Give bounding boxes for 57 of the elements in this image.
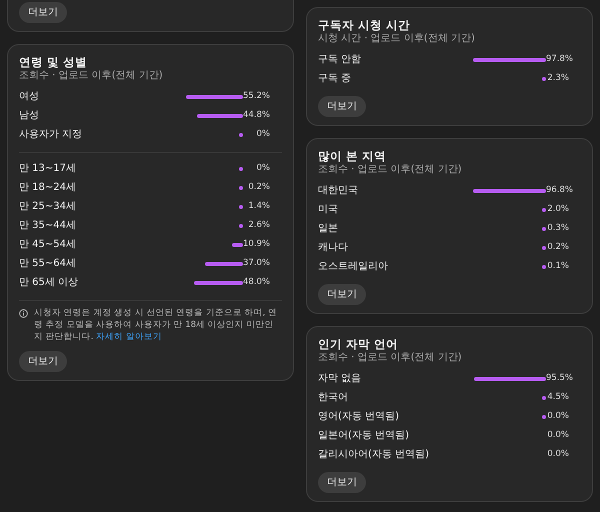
percentage-value: 48.0% — [243, 276, 270, 289]
card-subtitle: 시청 시간 · 업로드 이후(전체 기간) — [318, 32, 476, 45]
row-label: 오스트레일리아 — [318, 260, 389, 274]
percentage-value: 37.0% — [243, 257, 270, 270]
percentage-value: 0.3% — [546, 222, 569, 235]
row-label: 만 65세 이상 — [19, 276, 80, 290]
card-subtitle: 조회수 · 업로드 이후(전체 기간) — [19, 69, 164, 82]
info-icon — [19, 309, 28, 318]
card-title: 많이 본 지역 — [318, 149, 388, 163]
percentage-value: 0% — [256, 128, 270, 141]
percentage-value: 4.5% — [546, 391, 569, 404]
row-label: 만 45~54세 — [19, 238, 78, 252]
card-title: 연령 및 성별 — [19, 55, 88, 69]
percentage-value: 44.8% — [243, 109, 270, 122]
more-button[interactable]: 더보기 — [318, 472, 366, 493]
row-label: 만 35~44세 — [19, 219, 78, 233]
more-button[interactable]: 더보기 — [318, 284, 366, 305]
row-label: 자막 없음 — [318, 372, 362, 386]
card-title: 구독자 시청 시간 — [318, 18, 412, 32]
card-subtitle: 조회수 · 업로드 이후(전체 기간) — [318, 163, 463, 176]
row-label: 구독 중 — [318, 72, 352, 86]
percentage-value: 0.2% — [247, 181, 270, 194]
percentage-value: 10.9% — [243, 238, 270, 251]
row-label: 영어(자동 번역됨) — [318, 410, 400, 424]
percentage-value: 2.0% — [546, 203, 569, 216]
row-label: 일본어(자동 번역됨) — [318, 429, 410, 443]
percentage-value: 0.2% — [546, 241, 569, 254]
card-subtitle: 조회수 · 업로드 이후(전체 기간) — [318, 351, 463, 364]
percentage-value: 0.0% — [546, 429, 569, 442]
percentage-value: 0% — [256, 162, 270, 175]
row-label: 여성 — [19, 90, 40, 104]
row-label: 만 18~24세 — [19, 181, 78, 195]
row-label: 미국 — [318, 203, 339, 217]
row-label: 구독 안함 — [318, 53, 362, 67]
row-label: 일본 — [318, 222, 339, 236]
more-button[interactable]: 더보기 — [318, 96, 366, 117]
note-text: 시청자 연령은 계정 생성 시 선언된 연령을 기준으로 하며, 연령 추정 모델을 사용하여 사용자가 만 18세 이상인지 미만인지 판단합니다. 자세히 알아보기 — [34, 307, 278, 343]
row-label: 만 25~34세 — [19, 200, 78, 214]
row-label: 대한민국 — [318, 184, 359, 198]
card-title: 인기 자막 언어 — [318, 337, 400, 351]
percentage-value: 2.3% — [546, 72, 569, 85]
row-label: 남성 — [19, 109, 40, 123]
percentage-value: 2.6% — [247, 219, 270, 232]
row-label: 만 13~17세 — [19, 162, 78, 176]
percentage-value: 0.1% — [546, 260, 569, 273]
percentage-value: 0.0% — [546, 410, 569, 423]
percentage-value: 55.2% — [243, 90, 270, 103]
row-label: 갈리시아어(자동 번역됨) — [318, 448, 430, 462]
row-label: 한국어 — [318, 391, 349, 405]
row-label: 만 55~64세 — [19, 257, 78, 271]
percentage-value: 0.0% — [546, 448, 569, 461]
more-button[interactable]: 더보기 — [19, 351, 67, 372]
row-label: 캐나다 — [318, 241, 349, 255]
more-button[interactable]: 더보기 — [19, 2, 67, 23]
row-label: 사용자가 지정 — [19, 128, 84, 142]
percentage-value: 1.4% — [247, 200, 270, 213]
learn-more-link[interactable]: 자세히 알아보기 — [96, 332, 162, 342]
